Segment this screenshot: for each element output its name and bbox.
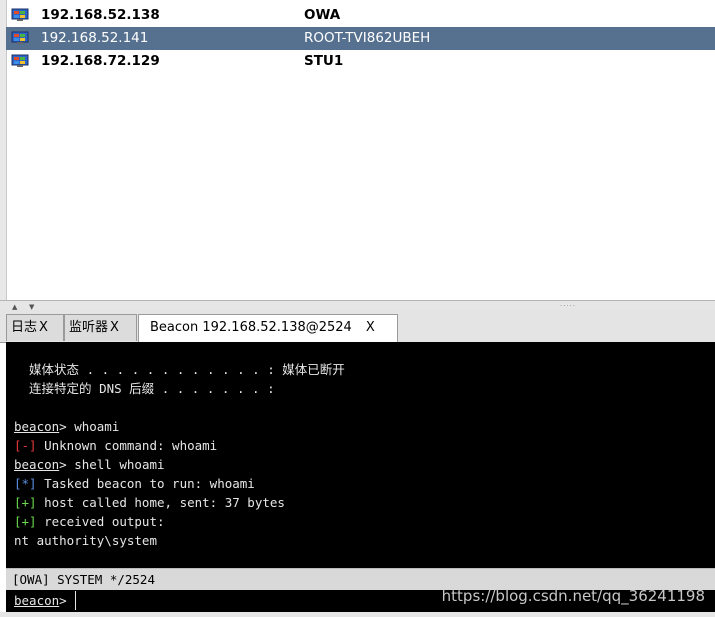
windows-monitor-icon	[11, 54, 29, 67]
console-command: > whoami	[59, 419, 120, 434]
target-computer-name: ROOT-TVI862UBEH	[304, 30, 431, 46]
console-prompt: beacon	[14, 457, 60, 472]
splitter-grip-icon[interactable]: ·····	[560, 302, 576, 310]
beacon-console[interactable]: 媒体状态 . . . . . . . . . . . . : 媒体已断开 连接特…	[6, 342, 715, 568]
close-tab-icon[interactable]: X	[366, 320, 375, 335]
tab-label: 日志	[11, 320, 38, 335]
console-message: Unknown command: whoami	[36, 438, 218, 453]
watermark-text: https://blog.csdn.net/qq_36241198	[441, 587, 705, 605]
console-line: beacon> shell whoami	[14, 455, 165, 474]
console-line: [+] host called home, sent: 37 bytes	[14, 493, 285, 512]
target-row-selected[interactable]: 192.168.52.141 ROOT-TVI862UBEH	[6, 27, 715, 50]
tab-label: 监听器	[69, 320, 109, 335]
target-ip: 192.168.72.129	[41, 53, 160, 69]
console-line: [-] Unknown command: whoami	[14, 436, 217, 455]
tab-event-log[interactable]: 日志 X	[6, 314, 64, 341]
success-tag: [+]	[14, 495, 37, 510]
console-command: > shell whoami	[59, 457, 165, 472]
input-prompt-suffix: >	[59, 593, 67, 608]
targets-table: 192.168.52.138 OWA 192.168.52.141 ROOT-T…	[0, 0, 715, 300]
status-text: [OWA] SYSTEM */2524	[12, 572, 155, 587]
close-tab-icon[interactable]: X	[39, 320, 48, 335]
console-line: 媒体状态 . . . . . . . . . . . . : 媒体已断开	[14, 362, 345, 377]
console-prompt: beacon	[14, 419, 60, 434]
close-tab-icon[interactable]: X	[110, 320, 119, 335]
console-message: host called home, sent: 37 bytes	[36, 495, 285, 510]
tab-listeners[interactable]: 监听器 X	[64, 314, 137, 341]
windows-monitor-icon	[11, 8, 29, 21]
input-prompt: beacon>	[14, 590, 67, 612]
console-message: received output:	[36, 514, 165, 529]
target-row[interactable]: 192.168.52.138 OWA	[6, 4, 715, 27]
target-computer-name: STU1	[304, 53, 344, 69]
success-tag: [+]	[14, 514, 37, 529]
console-line: 连接特定的 DNS 后缀 . . . . . . . :	[14, 381, 275, 396]
console-message: Tasked beacon to run: whoami	[36, 476, 255, 491]
windows-monitor-icon	[11, 31, 29, 44]
target-ip: 192.168.52.138	[41, 7, 160, 23]
console-output: nt authority\system	[14, 533, 157, 548]
tab-beacon[interactable]: Beacon 192.168.52.138@2524 X	[138, 314, 398, 342]
target-row[interactable]: 192.168.72.129 STU1	[6, 50, 715, 73]
console-line: [*] Tasked beacon to run: whoami	[14, 474, 255, 493]
input-prompt-label: beacon	[14, 593, 60, 608]
console-line: [+] received output:	[14, 512, 165, 531]
target-ip: 192.168.52.141	[41, 30, 149, 46]
window-bottom-edge	[0, 612, 715, 617]
tab-bar: 日志 X 监听器 X Beacon 192.168.52.138@2524 X	[0, 310, 715, 343]
tab-label: Beacon 192.168.52.138@2524	[150, 320, 352, 335]
console-line: beacon> whoami	[14, 417, 119, 436]
info-tag: [*]	[14, 476, 37, 491]
target-computer-name: OWA	[304, 7, 341, 23]
error-tag: [-]	[14, 438, 37, 453]
